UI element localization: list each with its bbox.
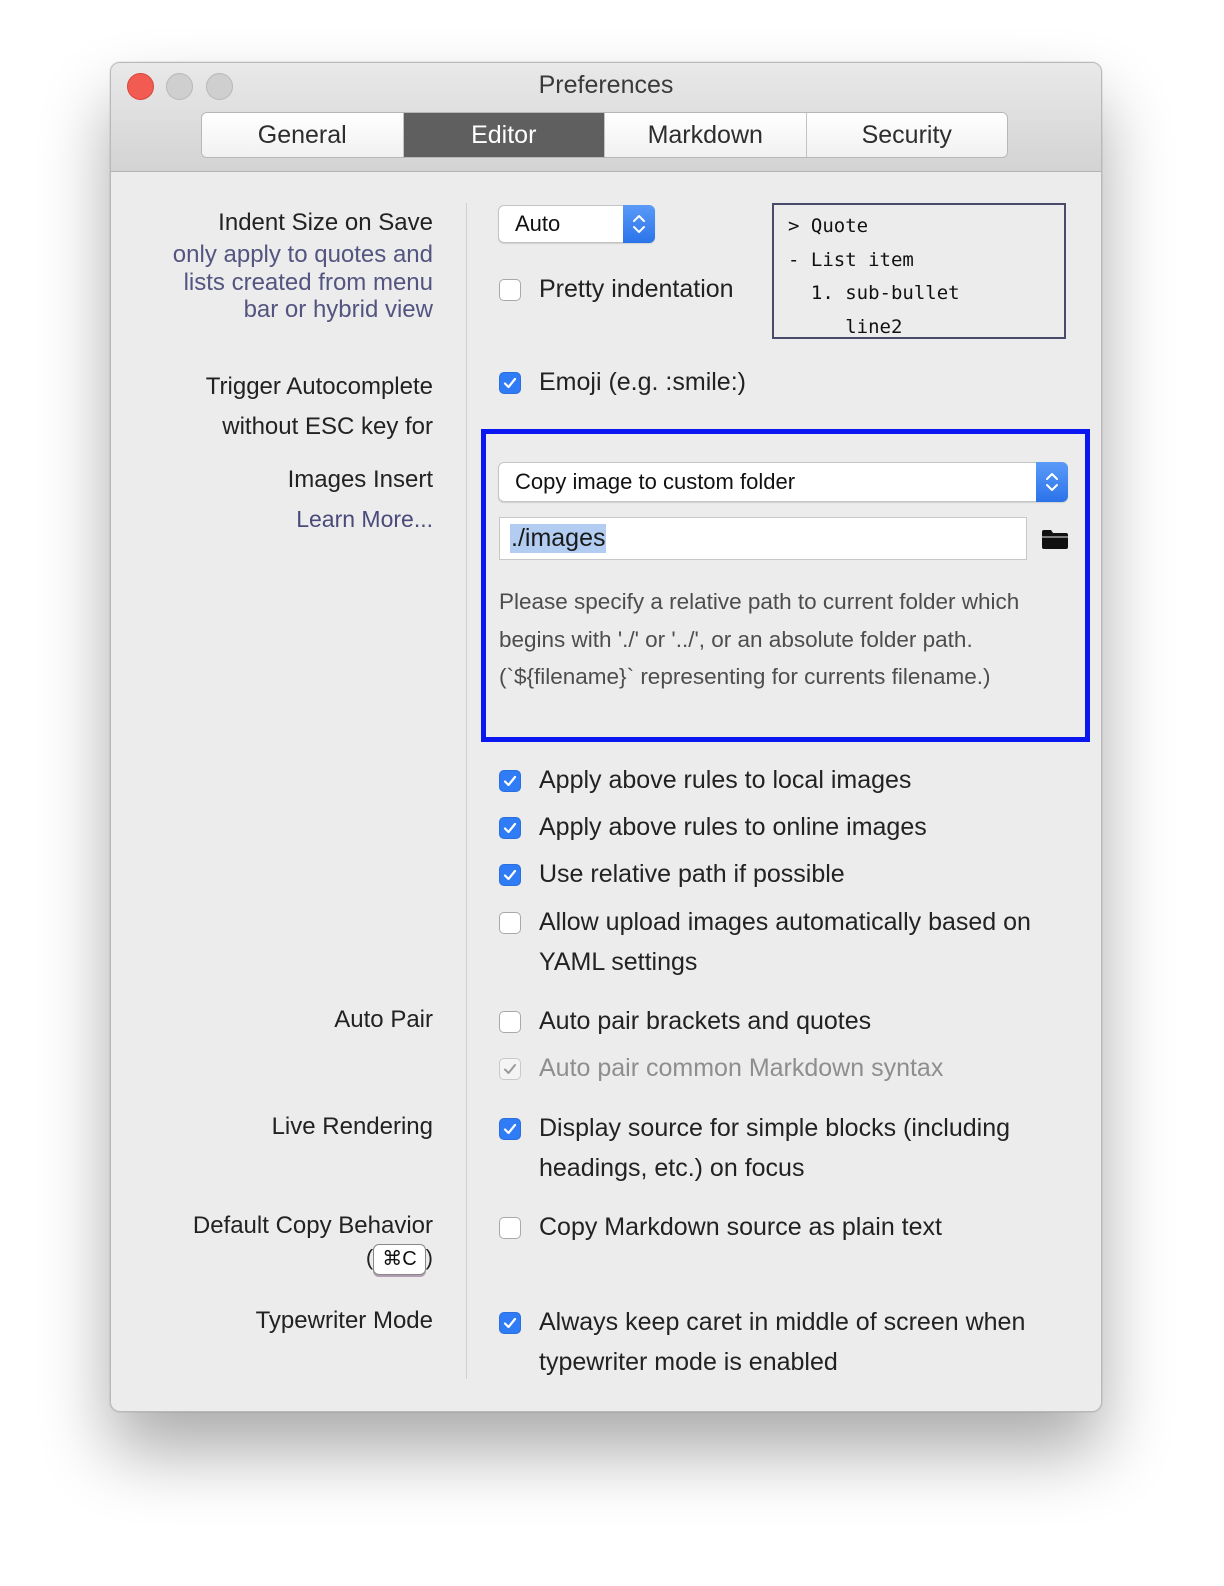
preview-line: line2 [788, 315, 903, 338]
copy-markdown-source-checkbox[interactable] [499, 1217, 521, 1239]
preview-line: 1. sub-bullet [788, 282, 960, 304]
pretty-indentation-label: Pretty indentation [539, 275, 734, 303]
checkmark-icon [503, 775, 517, 787]
autocomplete-label-line: without ESC key for [222, 413, 433, 440]
auto-pair-markdown-label: Auto pair common Markdown syntax [539, 1054, 944, 1082]
typewriter-caret-option[interactable]: Always keep caret in middle of screen wh… [499, 1308, 1079, 1382]
apply-local-images-label: Apply above rules to local images [539, 766, 912, 794]
auto-pair-markdown-option: Auto pair common Markdown syntax [499, 1054, 943, 1088]
preview-line: - List item [788, 248, 914, 271]
indent-note-line: bar or hybrid view [243, 296, 433, 323]
auto-upload-label: Allow upload images automatically based … [539, 908, 1031, 976]
indent-preview: > Quote - List item 1. sub-bullet line2 [772, 203, 1066, 339]
pretty-indentation-option[interactable]: Pretty indentation [499, 275, 734, 309]
image-folder-path-value: ./images [510, 524, 607, 553]
display-source-checkbox[interactable] [499, 1118, 521, 1140]
auto-upload-checkbox[interactable] [499, 912, 521, 934]
title-bar: Preferences General Editor Markdown Secu… [111, 63, 1101, 172]
tab-editor[interactable]: Editor [403, 113, 605, 157]
autocomplete-label-line: Trigger Autocomplete [205, 373, 433, 400]
apply-local-images-option[interactable]: Apply above rules to local images [499, 766, 911, 800]
checkmark-icon [503, 1123, 517, 1135]
column-divider [466, 203, 467, 1379]
typewriter-caret-label: Always keep caret in middle of screen wh… [539, 1308, 1026, 1376]
up-down-chevron-icon [623, 205, 655, 243]
paren-close: ) [425, 1245, 433, 1270]
relative-path-option[interactable]: Use relative path if possible [499, 860, 845, 894]
relative-path-label: Use relative path if possible [539, 860, 845, 888]
apply-online-images-checkbox[interactable] [499, 817, 521, 839]
emoji-checkbox[interactable] [499, 372, 521, 394]
checkmark-icon [503, 822, 517, 834]
up-down-chevron-icon [1036, 462, 1068, 502]
tab-markdown[interactable]: Markdown [605, 113, 807, 157]
images-insert-select[interactable]: Copy image to custom folder [498, 462, 1068, 502]
images-insert-value: Copy image to custom folder [515, 469, 796, 494]
auto-pair-brackets-option[interactable]: Auto pair brackets and quotes [499, 1007, 871, 1041]
image-folder-help-text: Please specify a relative path to curren… [499, 589, 1020, 689]
checkmark-icon [504, 1064, 516, 1074]
preview-line: > Quote [788, 215, 869, 237]
indent-note-line: lists created from menu [183, 268, 433, 296]
indent-size-value: Auto [515, 211, 561, 236]
images-insert-label: Images Insert [287, 466, 433, 493]
auto-pair-brackets-label: Auto pair brackets and quotes [539, 1007, 872, 1035]
copy-markdown-source-label: Copy Markdown source as plain text [539, 1213, 942, 1241]
auto-pair-markdown-checkbox [499, 1058, 521, 1080]
pretty-indentation-checkbox[interactable] [499, 279, 521, 301]
auto-pair-label: Auto Pair [334, 1006, 433, 1033]
emoji-label: Emoji (e.g. :smile:) [539, 368, 746, 396]
copy-shortcut-hint: (⌘C) [366, 1244, 433, 1275]
display-source-option[interactable]: Display source for simple blocks (includ… [499, 1114, 1079, 1188]
copy-behavior-label: Default Copy Behavior [192, 1212, 433, 1239]
paren-open: ( [365, 1245, 374, 1270]
auto-upload-option[interactable]: Allow upload images automatically based … [499, 908, 1079, 982]
apply-online-images-option[interactable]: Apply above rules to online images [499, 813, 927, 847]
learn-more-link[interactable]: Learn More... [296, 506, 433, 533]
checkmark-icon [503, 1317, 517, 1329]
window-title: Preferences [538, 71, 674, 99]
display-source-label: Display source for simple blocks (includ… [539, 1114, 1011, 1182]
tab-general[interactable]: General [202, 113, 404, 157]
indent-size-note: only apply to quotes and lists created f… [173, 241, 433, 324]
autocomplete-label: Trigger Autocomplete without ESC key for [206, 367, 433, 447]
image-folder-path-input[interactable]: ./images [499, 517, 1027, 560]
preferences-window: Preferences General Editor Markdown Secu… [110, 62, 1102, 1412]
live-rendering-label: Live Rendering [271, 1113, 433, 1140]
tab-security[interactable]: Security [806, 113, 1007, 157]
checkmark-icon [503, 377, 517, 389]
apply-online-images-label: Apply above rules to online images [539, 813, 927, 841]
copy-shortcut-key: ⌘C [373, 1244, 426, 1275]
copy-markdown-source-option[interactable]: Copy Markdown source as plain text [499, 1213, 942, 1247]
apply-local-images-checkbox[interactable] [499, 770, 521, 792]
tab-bar: General Editor Markdown Security [201, 112, 1008, 158]
indent-size-select[interactable]: Auto [498, 205, 655, 243]
typewriter-caret-checkbox[interactable] [499, 1312, 521, 1334]
relative-path-checkbox[interactable] [499, 864, 521, 886]
indent-note-line: only apply to quotes and [172, 241, 433, 268]
typewriter-mode-label: Typewriter Mode [255, 1307, 433, 1334]
emoji-option[interactable]: Emoji (e.g. :smile:) [499, 368, 746, 402]
auto-pair-brackets-checkbox[interactable] [499, 1011, 521, 1033]
checkmark-icon [503, 869, 517, 881]
indent-size-label: Indent Size on Save [218, 209, 433, 236]
folder-icon[interactable] [1041, 528, 1069, 555]
